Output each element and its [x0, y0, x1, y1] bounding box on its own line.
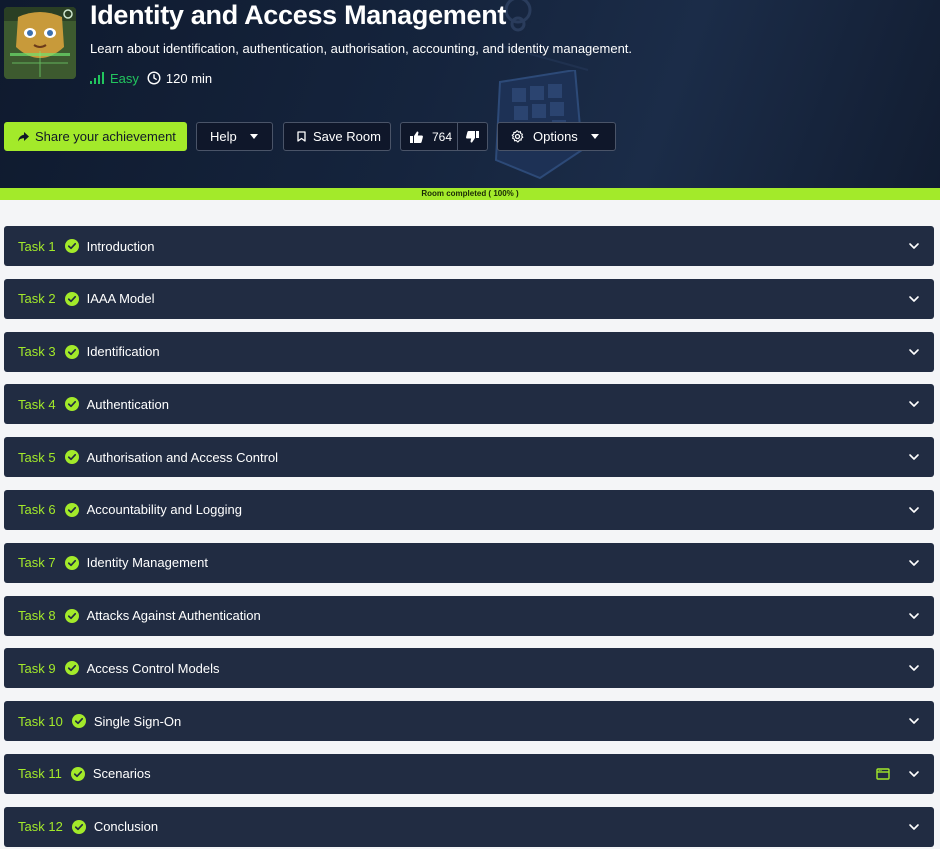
difficulty-label: Easy	[110, 70, 139, 86]
static-site-icon[interactable]	[876, 767, 890, 781]
options-dropdown-button[interactable]: Options	[497, 122, 616, 151]
task-row[interactable]: Task 9 Access Control Models	[4, 648, 934, 689]
chevron-down-icon[interactable]	[908, 715, 920, 727]
task-row[interactable]: Task 3 Identification	[4, 331, 934, 372]
task-number: Task 1	[18, 238, 56, 254]
difficulty-bars-icon	[90, 72, 104, 84]
task-row[interactable]: Task 7 Identity Management	[4, 542, 934, 583]
thumbs-up-icon	[410, 130, 423, 143]
page-title: Identity and Access Management	[90, 0, 507, 30]
task-row[interactable]: Task 1 Introduction	[4, 226, 934, 266]
check-circle-icon	[64, 239, 79, 253]
chevron-down-icon[interactable]	[908, 557, 920, 569]
share-button-label: Share your achievement	[35, 129, 176, 144]
check-circle-icon	[64, 291, 79, 306]
chevron-down-icon[interactable]	[908, 504, 920, 516]
task-title: Identity Management	[86, 555, 208, 571]
upvote-count: 764	[432, 129, 453, 144]
check-circle-icon	[70, 766, 85, 781]
duration-label: 120 min	[165, 70, 213, 86]
check-circle-icon	[71, 714, 86, 729]
task-title: Identification	[86, 344, 160, 360]
chevron-down-icon[interactable]	[908, 346, 920, 358]
check-circle-icon	[64, 502, 79, 517]
check-circle-icon	[64, 555, 79, 570]
task-number: Task 2	[18, 291, 56, 307]
room-header: Identity and Access Management Learn abo…	[0, 0, 940, 188]
check-circle-icon	[64, 344, 79, 359]
task-number: Task 5	[18, 449, 56, 465]
thumbs-down-icon	[466, 130, 479, 143]
task-number: Task 7	[18, 555, 56, 571]
share-icon	[18, 131, 29, 141]
options-button-label: Options	[533, 129, 578, 144]
save-button-label: Save Room	[313, 129, 381, 144]
check-circle-icon	[64, 661, 79, 676]
task-row[interactable]: Task 4 Authentication	[4, 384, 934, 425]
task-number: Task 3	[18, 344, 56, 360]
task-title: Attacks Against Authentication	[86, 608, 261, 624]
task-number: Task 9	[18, 660, 56, 676]
task-title: Introduction	[86, 238, 155, 254]
chevron-down-icon[interactable]	[908, 451, 920, 463]
chevron-down-icon[interactable]	[908, 610, 920, 622]
share-achievement-button[interactable]: Share your achievement	[4, 122, 187, 151]
task-number: Task 12	[18, 819, 63, 835]
save-room-button[interactable]: Save Room	[283, 122, 391, 151]
chevron-down-icon[interactable]	[908, 768, 920, 780]
task-title: Authorisation and Access Control	[86, 449, 279, 465]
task-title: Conclusion	[93, 819, 159, 835]
caret-down-icon	[249, 134, 258, 139]
task-row[interactable]: Task 6 Accountability and Logging	[4, 489, 934, 530]
help-dropdown-button[interactable]: Help	[196, 122, 273, 151]
clock-icon	[147, 71, 161, 85]
check-circle-icon	[71, 819, 86, 834]
vote-group: 764	[400, 122, 488, 151]
room-meta: Easy 120 min	[90, 70, 212, 86]
task-title: Access Control Models	[86, 660, 220, 676]
help-button-label: Help	[210, 129, 237, 144]
chevron-down-icon[interactable]	[908, 240, 920, 252]
task-number: Task 10	[18, 713, 63, 729]
task-title: Authentication	[86, 396, 169, 412]
gear-icon	[511, 130, 524, 143]
downvote-button[interactable]	[458, 123, 487, 150]
room-logo-face-icon	[4, 7, 76, 79]
task-title: Scenarios	[92, 766, 151, 782]
check-circle-icon	[64, 397, 79, 412]
chevron-down-icon[interactable]	[908, 821, 920, 833]
chevron-down-icon[interactable]	[908, 293, 920, 305]
task-row[interactable]: Task 8 Attacks Against Authentication	[4, 595, 934, 636]
task-list: Task 1 Introduction Task 2 IAAA Model Task 3…	[4, 226, 934, 849]
chevron-down-icon[interactable]	[908, 662, 920, 674]
task-title: Accountability and Logging	[86, 502, 242, 518]
task-row[interactable]: Task 2 IAAA Model	[4, 278, 934, 319]
task-number: Task 8	[18, 608, 56, 624]
task-number: Task 6	[18, 502, 56, 518]
room-progress-bar: Room completed ( 100% )	[0, 188, 940, 200]
task-row[interactable]: Task 12 Conclusion	[4, 806, 934, 847]
task-row[interactable]: Task 5 Authorisation and Access Control	[4, 437, 934, 478]
check-circle-icon	[64, 608, 79, 623]
bookmark-icon	[297, 131, 306, 142]
chevron-down-icon[interactable]	[908, 398, 920, 410]
task-title: IAAA Model	[86, 291, 155, 307]
upvote-button[interactable]: 764	[401, 123, 458, 150]
task-title: Single Sign-On	[93, 713, 182, 729]
caret-down-icon	[590, 134, 599, 139]
task-number: Task 11	[18, 766, 62, 782]
task-row[interactable]: Task 10 Single Sign-On	[4, 701, 934, 742]
room-description: Learn about identification, authenticati…	[90, 41, 633, 56]
check-circle-icon	[64, 450, 79, 465]
task-row[interactable]: Task 11 Scenarios	[4, 753, 934, 794]
task-number: Task 4	[18, 396, 56, 412]
